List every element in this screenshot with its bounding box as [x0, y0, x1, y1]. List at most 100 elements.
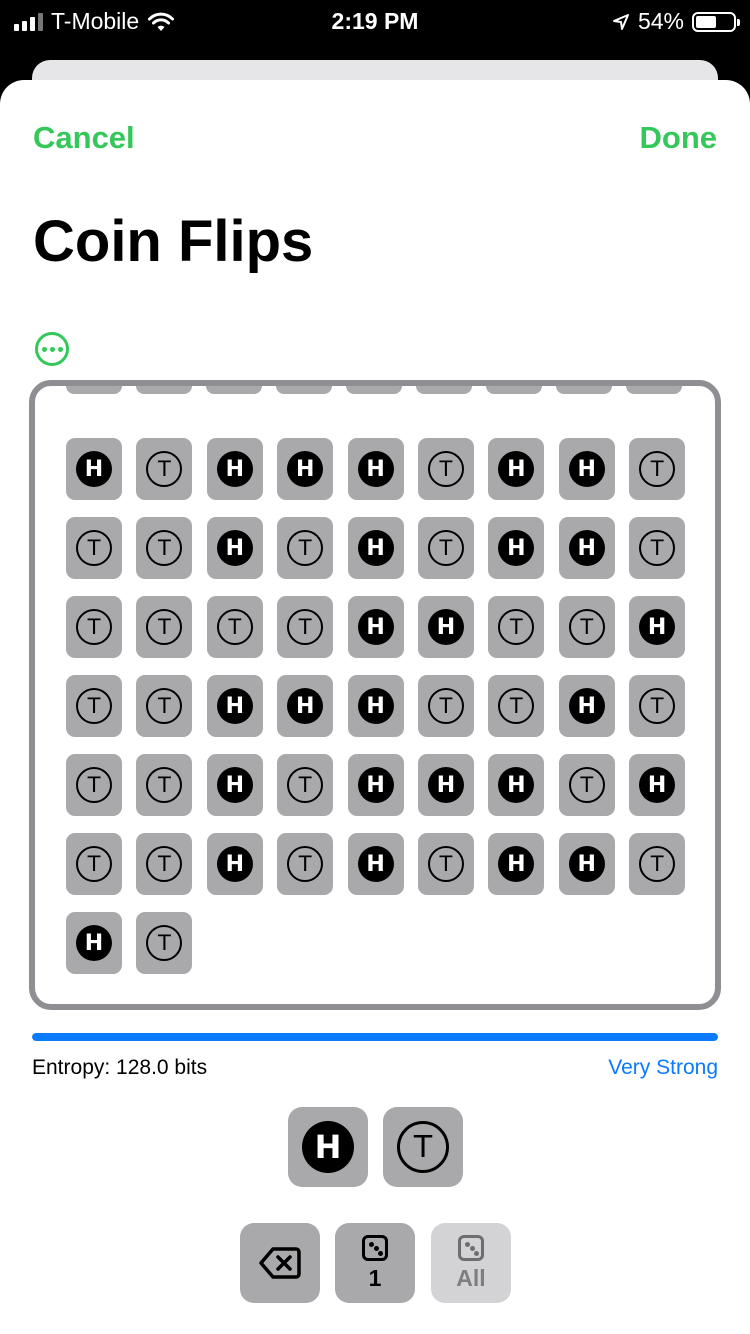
flip-cell: T: [629, 517, 686, 579]
tails-coin-icon: T: [146, 609, 183, 645]
heads-coin-icon: H: [76, 451, 112, 487]
heads-coin-icon: H: [498, 451, 535, 487]
tails-coin-icon: T: [216, 609, 253, 645]
flip-cell: T: [629, 675, 686, 737]
flip-cell: H: [558, 675, 615, 737]
partial-row-scrolled: [66, 386, 682, 394]
status-bar: T-Mobile 2:19 PM 54%: [0, 0, 750, 42]
flip-cell: H: [206, 517, 263, 579]
flip-cell: H: [66, 912, 122, 974]
dice-icon: [458, 1234, 484, 1261]
tails-coin-icon: T: [76, 767, 112, 803]
tails-coin-icon: T: [639, 688, 676, 724]
tails-coin-icon: T: [639, 846, 676, 882]
flip-cell: H: [206, 754, 263, 816]
flip-cell: H: [558, 517, 615, 579]
heads-coin-icon: H: [568, 688, 605, 724]
status-right: 54%: [612, 8, 740, 35]
tails-coin-icon: T: [427, 846, 464, 882]
tails-coin-icon: T: [287, 846, 324, 882]
flip-cell: H: [488, 438, 545, 500]
heads-coin-icon: H: [498, 767, 535, 803]
heads-coin-icon: H: [216, 846, 253, 882]
heads-coin-icon: H: [427, 609, 464, 645]
tails-coin-icon: T: [146, 925, 183, 961]
flip-cell: T: [277, 517, 334, 579]
flip-cell: H: [629, 596, 686, 658]
tails-coin-icon: T: [146, 688, 183, 724]
flip-cell: H: [206, 438, 263, 500]
flip-cell: T: [136, 438, 193, 500]
heads-coin-icon: H: [568, 451, 605, 487]
flip-cell: T: [488, 596, 545, 658]
roll-all-button[interactable]: All: [431, 1223, 511, 1303]
flip-cell: T: [136, 833, 193, 895]
heads-coin-icon: H: [216, 688, 253, 724]
flip-cell: T: [136, 754, 193, 816]
tails-coin-icon: T: [427, 688, 464, 724]
flip-cell: H: [347, 675, 404, 737]
roll-one-button[interactable]: 1: [335, 1223, 415, 1303]
heads-coin-icon: H: [357, 767, 394, 803]
heads-coin-icon: H: [568, 530, 605, 566]
flip-cell: T: [136, 517, 193, 579]
tails-coin-icon: T: [146, 451, 183, 487]
flip-cell: T: [136, 912, 193, 974]
tails-button[interactable]: T: [383, 1107, 463, 1187]
heads-coin-icon: H: [357, 451, 394, 487]
flip-cell: H: [488, 517, 545, 579]
battery-icon: [692, 11, 740, 32]
flip-cell: T: [417, 833, 474, 895]
flip-cell: T: [277, 596, 334, 658]
heads-coin-icon: H: [427, 767, 464, 803]
tails-coin-icon: T: [568, 767, 605, 803]
flip-cell: H: [558, 438, 615, 500]
cancel-button[interactable]: Cancel: [33, 120, 135, 156]
heads-coin-icon: H: [639, 767, 676, 803]
heads-coin-icon: H: [498, 530, 535, 566]
dice-icon: [362, 1234, 388, 1261]
heads-coin-icon: H: [357, 530, 394, 566]
tails-coin-icon: T: [498, 688, 535, 724]
tails-coin-icon: T: [498, 609, 535, 645]
tails-coin-icon: T: [146, 846, 183, 882]
entropy-label: Entropy: 128.0 bits: [32, 1056, 208, 1079]
flip-cell: H: [488, 754, 545, 816]
roll-one-label: 1: [368, 1264, 382, 1291]
location-arrow-icon: [612, 13, 629, 30]
heads-coin-icon: H: [302, 1121, 354, 1173]
flip-cell: H: [66, 438, 122, 500]
tails-coin-icon: T: [397, 1121, 449, 1173]
flip-cell: H: [206, 675, 263, 737]
heads-coin-icon: H: [216, 451, 253, 487]
roll-all-label: All: [456, 1264, 486, 1291]
heads-coin-icon: H: [568, 846, 605, 882]
entropy-progress-bar: [32, 1033, 718, 1041]
ellipsis-circle-icon[interactable]: [35, 332, 69, 366]
flip-cell: H: [488, 833, 545, 895]
flip-cell: H: [417, 754, 474, 816]
delete-button[interactable]: [240, 1223, 320, 1303]
done-button[interactable]: Done: [640, 120, 718, 156]
flip-cell: T: [206, 596, 263, 658]
entropy-progress-fill: [32, 1033, 718, 1041]
heads-coin-icon: H: [287, 451, 324, 487]
flip-cell: H: [558, 833, 615, 895]
coin-flips-grid[interactable]: HTHHHTHHTTTHTHTHHTTTTTHHTTHTTHHHTTHTTTHT…: [29, 380, 721, 1010]
heads-coin-icon: H: [216, 767, 253, 803]
heads-coin-icon: H: [498, 846, 535, 882]
heads-button[interactable]: H: [288, 1107, 368, 1187]
tails-coin-icon: T: [427, 530, 464, 566]
heads-coin-icon: H: [639, 609, 676, 645]
tails-coin-icon: T: [146, 767, 183, 803]
flip-cell: T: [417, 675, 474, 737]
flip-cell: T: [136, 596, 193, 658]
flip-cell: T: [277, 754, 334, 816]
backspace-icon: [259, 1247, 301, 1279]
flip-cell: T: [66, 833, 122, 895]
flip-cell: T: [558, 754, 615, 816]
flip-cell: T: [417, 517, 474, 579]
flip-cell: T: [136, 675, 193, 737]
flip-cell: T: [488, 675, 545, 737]
tails-coin-icon: T: [76, 609, 112, 645]
